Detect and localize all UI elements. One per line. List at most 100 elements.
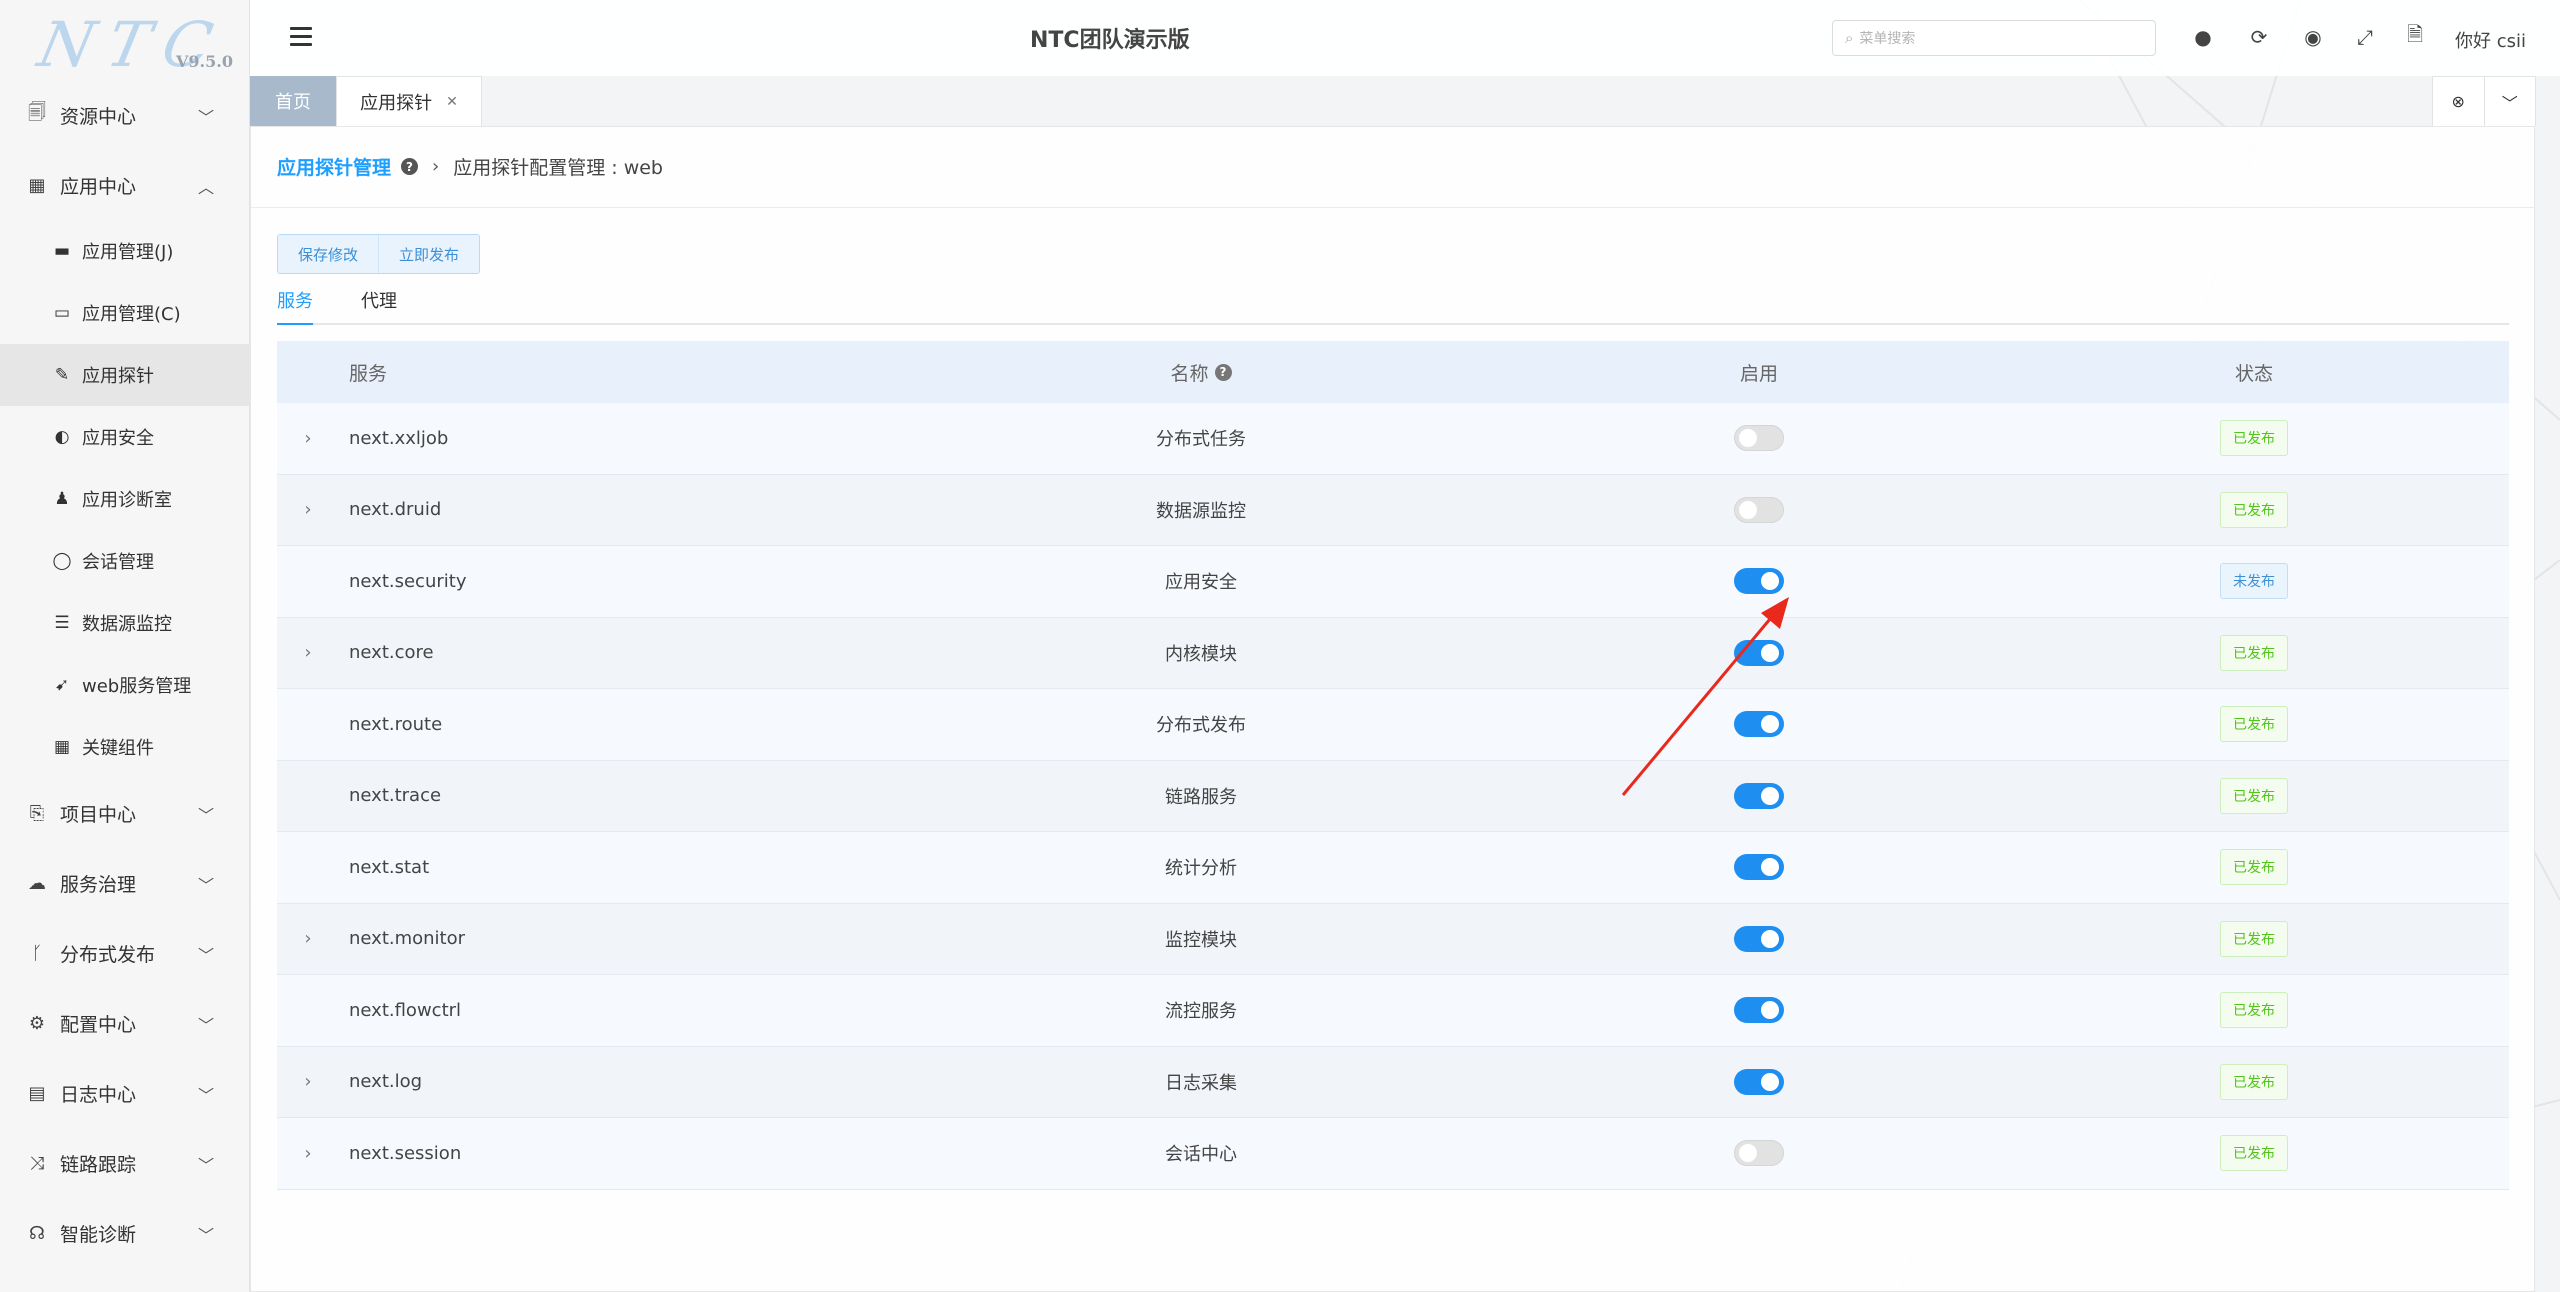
header-name-label: 名称 <box>1170 362 1209 385</box>
tab-proxy[interactable]: 代理 <box>361 287 397 325</box>
cell-service: next.druid <box>349 499 442 521</box>
user-greeting[interactable]: 你好 csii <box>2455 27 2526 53</box>
cell-name: 会话中心 <box>1165 1144 1237 1166</box>
enable-toggle[interactable] <box>1734 425 1784 452</box>
cell-name: 数据源监控 <box>1156 500 1246 522</box>
search-input[interactable] <box>1859 30 2140 46</box>
expand-chevron-icon[interactable]: › <box>277 428 339 449</box>
chevron-up-icon: ︿ <box>197 178 214 197</box>
menu-search[interactable]: ⌕ <box>1832 20 2156 56</box>
probe-icon: ✎ <box>54 365 70 385</box>
cell-service: next.trace <box>349 785 442 807</box>
sidebar-item-session[interactable]: ◯ 会话管理 <box>0 530 250 592</box>
expand-chevron-icon[interactable]: › <box>277 1071 339 1092</box>
resource-icon: 🗐 <box>28 102 46 123</box>
breadcrumb-current: 应用探针配置管理 : web <box>453 157 663 179</box>
enable-toggle[interactable] <box>1734 568 1784 595</box>
sidebar-group-label: 链路跟踪 <box>60 1153 137 1176</box>
sidebar-group-diagnosis[interactable]: ☊ 智能诊断 ﹀ <box>0 1198 250 1268</box>
enable-toggle[interactable] <box>1734 854 1784 881</box>
sidebar-group-project[interactable]: ⎘ 项目中心 ﹀ <box>0 778 250 848</box>
enable-toggle[interactable] <box>1734 1068 1784 1095</box>
sidebar-group-config[interactable]: ⚙ 配置中心 ﹀ <box>0 988 250 1058</box>
sidebar-group-resource[interactable]: 🗐 资源中心 ﹀ <box>0 80 250 150</box>
menu-toggle-icon[interactable] <box>290 27 312 47</box>
close-all-tabs-icon[interactable]: ⊗ <box>2433 77 2484 126</box>
tab-label: 应用探针 <box>360 92 433 114</box>
tab-app-probe[interactable]: 应用探针 ✕ <box>336 76 482 126</box>
sidebar-group-distributed[interactable]: ᚴ 分布式发布 ﹀ <box>0 918 250 988</box>
sidebar-item-app-manage-c[interactable]: ▭ 应用管理(C) <box>0 282 250 344</box>
cell-enabled <box>1519 1068 1999 1095</box>
logo-version: V9.5.0 <box>176 52 233 71</box>
table-row: › next.xxljob 分布式任务 已发布 <box>277 403 2509 475</box>
sidebar-group-trace[interactable]: ⤨ 链路跟踪 ﹀ <box>0 1128 250 1198</box>
sidebar-group-service[interactable]: ☁ 服务治理 ﹀ <box>0 848 250 918</box>
sidebar-item-datasource[interactable]: ☰ 数据源监控 <box>0 592 250 654</box>
help-icon[interactable]: ? <box>401 158 419 175</box>
sidebar-item-app-diagnosis[interactable]: ♟ 应用诊断室 <box>0 468 250 530</box>
sidebar-item-app-probe[interactable]: ✎ 应用探针 <box>0 344 250 406</box>
table-row: next.stat 统计分析 已发布 <box>277 832 2509 904</box>
target-icon[interactable]: ◉ <box>2300 24 2326 50</box>
cell-status: 已发布 <box>1999 992 2509 1029</box>
sidebar-group-app[interactable]: ▦ 应用中心 ︿ <box>0 150 250 220</box>
main-panel: 应用探针管理 ? › 应用探针配置管理 : web 保存修改 立即发布 服务 代… <box>250 126 2535 1292</box>
enable-toggle[interactable] <box>1734 711 1784 738</box>
branch-icon: ᚴ <box>31 942 43 964</box>
publish-button[interactable]: 立即发布 <box>378 235 480 273</box>
sidebar-item-web-service[interactable]: ➹ web服务管理 <box>0 654 250 716</box>
sidebar-group-log[interactable]: ▤ 日志中心 ﹀ <box>0 1058 250 1128</box>
expand-chevron-icon[interactable]: › <box>277 642 339 663</box>
enable-toggle[interactable] <box>1734 997 1784 1024</box>
chevron-right-icon: › <box>432 156 440 177</box>
sidebar-item-key-components[interactable]: ▦ 关键组件 <box>0 716 250 778</box>
tab-home[interactable]: 首页 <box>250 76 336 126</box>
project-icon: ⎘ <box>29 802 45 824</box>
cell-service: next.security <box>349 570 467 592</box>
enable-toggle[interactable] <box>1734 496 1784 523</box>
chevron-down-icon: ﹀ <box>197 1226 214 1245</box>
cell-service: next.session <box>349 1142 462 1164</box>
expand-chevron-icon[interactable]: › <box>277 1143 339 1164</box>
cell-enabled <box>1519 782 1999 809</box>
divider <box>251 207 2534 208</box>
header-enabled: 启用 <box>1739 362 1778 385</box>
theme-icon[interactable]: ● <box>2190 24 2216 50</box>
chevron-down-icon: ﹀ <box>197 946 214 965</box>
document-icon[interactable]: 🗎 <box>2402 22 2428 50</box>
enable-toggle[interactable] <box>1734 782 1784 809</box>
tab-label: 首页 <box>275 92 311 113</box>
sidebar-group-label: 配置中心 <box>60 1013 137 1036</box>
cell-name: 应用安全 <box>1165 572 1237 594</box>
expand-chevron-icon[interactable]: › <box>277 928 339 949</box>
cell-status: 已发布 <box>1999 920 2509 957</box>
sidebar-item-app-security[interactable]: ◐ 应用安全 <box>0 406 250 468</box>
chevron-down-icon[interactable]: ﹀ <box>2483 77 2536 126</box>
enable-toggle[interactable] <box>1734 639 1784 666</box>
cell-name: 监控模块 <box>1165 929 1237 951</box>
fullscreen-icon[interactable]: ⤢ <box>2352 24 2378 50</box>
save-button[interactable]: 保存修改 <box>278 235 379 273</box>
refresh-icon[interactable]: ⟳ <box>2246 24 2272 50</box>
doctor-icon: ♟ <box>54 489 70 509</box>
enable-toggle[interactable] <box>1734 925 1784 952</box>
toggle-knob <box>1739 500 1757 519</box>
breadcrumb: 应用探针管理 ? › 应用探针配置管理 : web <box>277 153 663 180</box>
cell-name: 内核模块 <box>1165 643 1237 665</box>
sidebar-item-label: 应用安全 <box>82 428 154 449</box>
status-badge: 已发布 <box>2220 920 2288 957</box>
help-icon[interactable]: ? <box>1214 363 1232 381</box>
stethoscope-icon: ☊ <box>29 1222 45 1244</box>
cell-enabled <box>1519 425 1999 452</box>
close-icon[interactable]: ✕ <box>446 94 458 110</box>
sidebar-item-label: 应用管理(J) <box>82 242 174 263</box>
sidebar-item-app-manage-j[interactable]: ▬ 应用管理(J) <box>0 220 250 282</box>
sidebar-item-label: web服务管理 <box>82 676 192 697</box>
enable-toggle[interactable] <box>1734 1140 1784 1167</box>
expand-chevron-icon[interactable]: › <box>277 499 339 520</box>
tab-service[interactable]: 服务 <box>277 287 313 325</box>
toggle-knob <box>1761 858 1779 877</box>
breadcrumb-root[interactable]: 应用探针管理 <box>277 153 391 180</box>
status-badge: 已发布 <box>2220 634 2288 671</box>
